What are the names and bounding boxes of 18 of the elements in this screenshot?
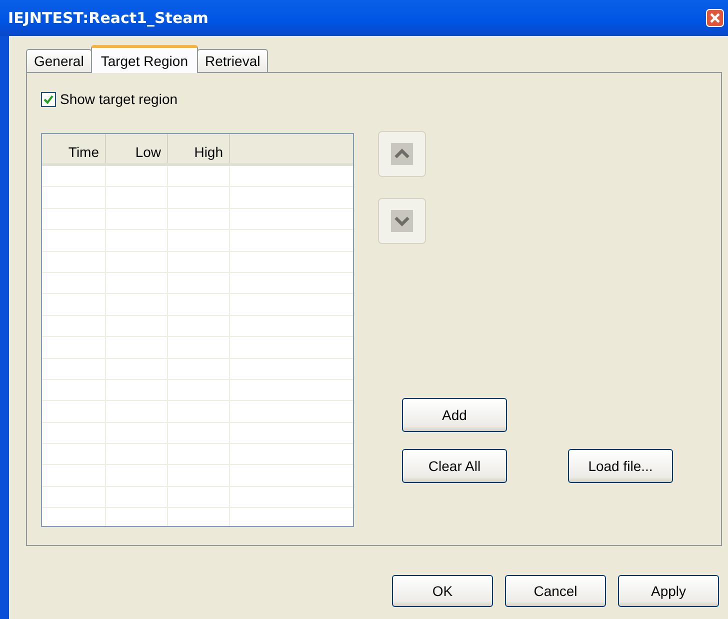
show-target-region-checkbox[interactable]: Show target region xyxy=(41,91,354,107)
dialog-button[interactable]: Cancel xyxy=(505,575,606,607)
caret-down-icon xyxy=(391,210,413,232)
tab[interactable]: Retrieval xyxy=(196,49,268,72)
checkbox-icon[interactable] xyxy=(41,92,56,106)
tab[interactable]: General xyxy=(26,49,92,72)
column-header[interactable]: High xyxy=(168,134,230,163)
column-header[interactable]: Low xyxy=(106,134,168,163)
dialog-button[interactable]: Apply xyxy=(618,575,719,607)
load-file-button[interactable]: Load file... xyxy=(568,449,673,483)
tab[interactable]: Target Region xyxy=(90,45,198,73)
close-icon[interactable] xyxy=(706,9,724,27)
dialog-button[interactable]: OK xyxy=(392,575,493,607)
caret-up-icon xyxy=(391,143,413,165)
window-title: IEJNTEST:React1_Steam xyxy=(8,9,208,27)
column-header[interactable]: Time xyxy=(42,134,106,163)
add-button[interactable]: Add xyxy=(402,398,507,432)
clear-all-button[interactable]: Clear All xyxy=(402,449,507,483)
